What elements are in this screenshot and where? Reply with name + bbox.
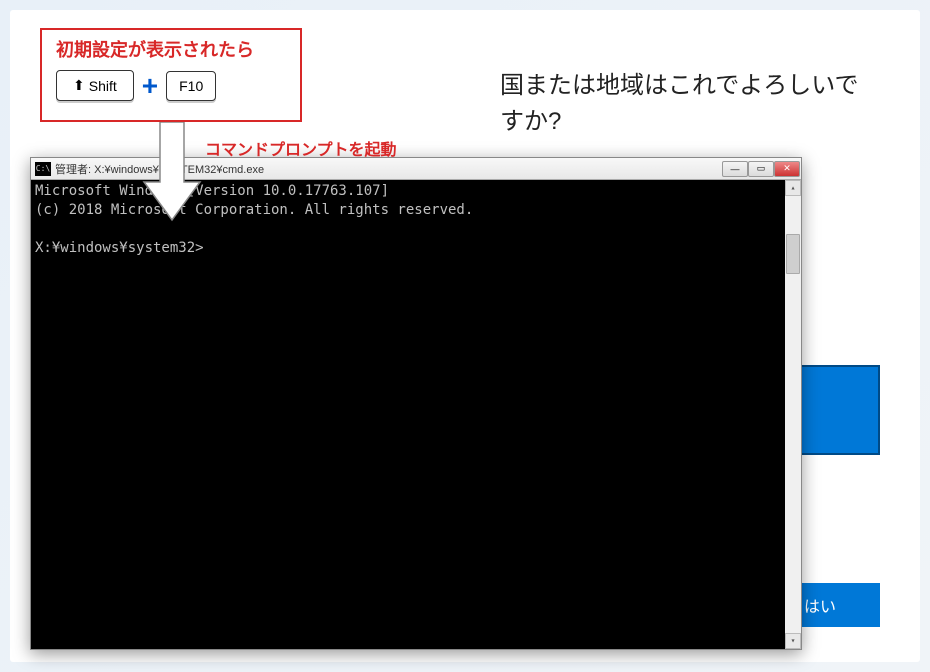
annotation-callout: 初期設定が表示されたら ⬆ Shift + F10	[40, 28, 302, 122]
plus-icon: +	[142, 72, 158, 100]
f10-key: F10	[166, 71, 216, 101]
maximize-button[interactable]: ▭	[748, 161, 774, 177]
scrollbar-up-button[interactable]: ▴	[785, 180, 801, 196]
close-button[interactable]: ✕	[774, 161, 800, 177]
key-combo: ⬆ Shift + F10	[42, 66, 300, 105]
cmd-prompt-line: X:¥windows¥system32>	[35, 240, 204, 256]
shift-arrow-icon: ⬆	[73, 77, 85, 94]
window-controls: — ▭ ✕	[722, 161, 800, 177]
oobe-yes-label: はい	[804, 593, 836, 617]
scrollbar-down-button[interactable]: ▾	[785, 633, 801, 649]
f10-key-label: F10	[179, 78, 203, 94]
annotation-title: 初期設定が表示されたら	[42, 30, 300, 66]
oobe-region-question: 国または地域はこれでよろしいですか?	[500, 68, 870, 140]
minimize-button[interactable]: —	[722, 161, 748, 177]
cmd-copyright-line: (c) 2018 Microsoft Corporation. All righ…	[35, 202, 473, 218]
cmd-output-area[interactable]: Microsoft Windows [Version 10.0.17763.10…	[31, 180, 801, 649]
scrollbar-thumb[interactable]	[786, 234, 800, 274]
cmd-version-line: Microsoft Windows [Version 10.0.17763.10…	[35, 183, 389, 199]
command-prompt-window: C:\ 管理者: X:¥windows¥SYSTEM32¥cmd.exe — ▭…	[30, 157, 802, 650]
annotation-subtitle: コマンドプロンプトを起動	[205, 136, 397, 160]
shift-key-label: Shift	[89, 78, 117, 94]
cmd-scrollbar[interactable]: ▴ ▾	[785, 180, 801, 649]
scrollbar-track[interactable]	[785, 196, 801, 633]
arrow-down-icon	[142, 122, 202, 222]
oobe-background: 国または地域はこれでよろしいですか? はい 初期設定が表示されたら ⬆ Shif…	[10, 10, 920, 662]
cmd-icon: C:\	[35, 162, 51, 176]
shift-key: ⬆ Shift	[56, 70, 134, 101]
